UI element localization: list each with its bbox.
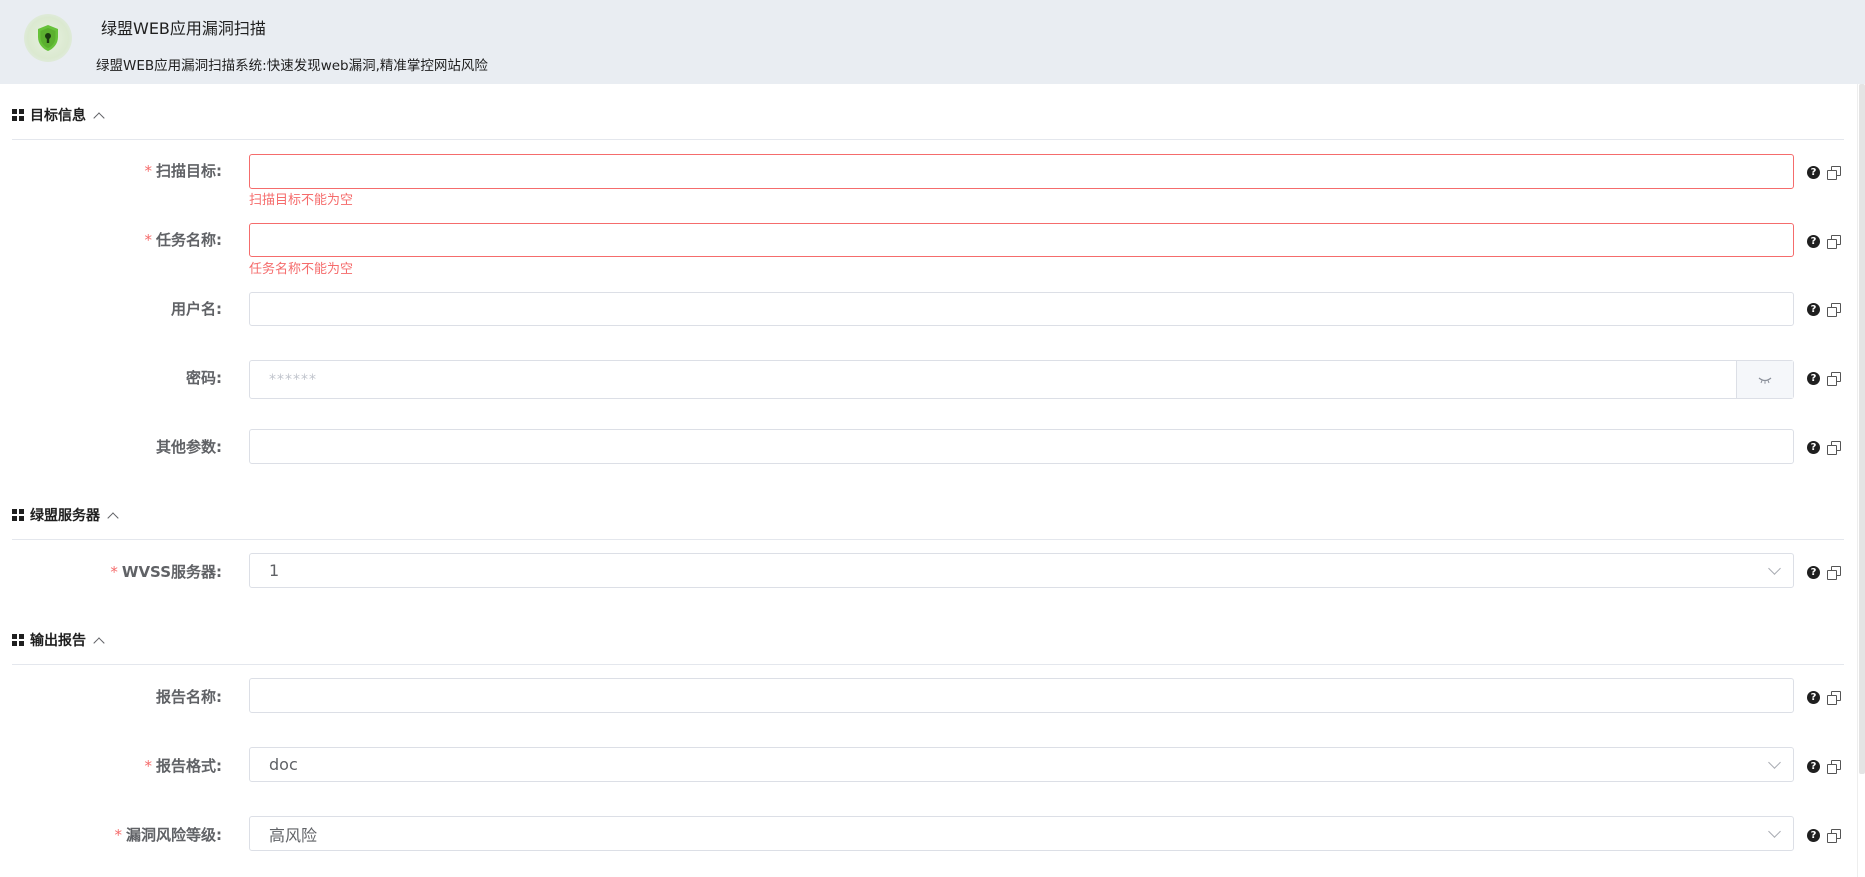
copy-icon[interactable] [1827, 760, 1841, 774]
task-name-label: * 任务名称: [144, 231, 223, 249]
help-icon[interactable]: ? [1807, 566, 1820, 579]
copy-icon[interactable] [1827, 441, 1841, 455]
app-title: 绿盟WEB应用漏洞扫描 [101, 19, 266, 38]
section-server-title: 绿盟服务器 [30, 508, 100, 524]
shield-keyhole-icon [38, 25, 58, 51]
copy-icon[interactable] [1827, 235, 1841, 249]
other-params-label: 其他参数: [156, 438, 222, 456]
grid-icon [12, 634, 24, 646]
help-icon[interactable]: ? [1807, 372, 1820, 385]
section-report-title: 输出报告 [30, 633, 86, 649]
scan-target-input[interactable] [249, 154, 1794, 189]
password-visibility-toggle[interactable] [1736, 361, 1793, 398]
vertical-scrollbar[interactable] [1857, 84, 1865, 877]
help-icon[interactable]: ? [1807, 166, 1820, 179]
help-icon[interactable]: ? [1807, 235, 1820, 248]
chevron-up-icon[interactable] [107, 511, 119, 524]
grid-icon [12, 509, 24, 521]
report-name-input[interactable] [249, 678, 1794, 713]
required-mark: * [110, 563, 118, 581]
wvss-server-value: 1 [269, 561, 280, 580]
report-name-label: 报告名称: [156, 688, 222, 706]
section-report-toggle[interactable]: 输出报告 [12, 630, 105, 650]
password-placeholder: ****** [269, 371, 317, 388]
wvss-server-select[interactable]: 1 [249, 553, 1794, 588]
app-logo [24, 14, 72, 62]
help-icon[interactable]: ? [1807, 760, 1820, 773]
task-name-input[interactable] [249, 223, 1794, 257]
required-mark: * [144, 757, 153, 775]
section-divider [12, 539, 1844, 540]
help-icon[interactable]: ? [1807, 303, 1820, 316]
username-label: 用户名: [171, 300, 222, 318]
app-subtitle: 绿盟WEB应用漏洞扫描系统:快速发现web漏洞,精准掌控网站风险 [96, 58, 488, 74]
app-header: 绿盟WEB应用漏洞扫描 绿盟WEB应用漏洞扫描系统:快速发现web漏洞,精准掌控… [0, 0, 1865, 84]
copy-icon[interactable] [1827, 166, 1841, 180]
help-icon[interactable]: ? [1807, 829, 1820, 842]
help-icon[interactable]: ? [1807, 691, 1820, 704]
section-server-toggle[interactable]: 绿盟服务器 [12, 505, 119, 525]
copy-icon[interactable] [1827, 303, 1841, 317]
required-mark: * [114, 826, 123, 844]
copy-icon[interactable] [1827, 829, 1841, 843]
grid-icon [12, 109, 24, 121]
chevron-up-icon[interactable] [93, 111, 105, 124]
copy-icon[interactable] [1827, 691, 1841, 705]
wvss-server-label: * WVSS服务器: [110, 563, 222, 581]
risk-level-value: 高风险 [269, 825, 318, 845]
username-input[interactable] [249, 292, 1794, 326]
report-format-label: * 报告格式: [144, 757, 223, 775]
section-target-title: 目标信息 [30, 108, 86, 124]
chevron-down-icon [1768, 561, 1781, 575]
risk-level-select[interactable]: 高风险 [249, 816, 1794, 851]
required-mark: * [144, 162, 153, 180]
other-params-input[interactable] [249, 429, 1794, 464]
required-mark: * [144, 231, 153, 249]
risk-level-label: * 漏洞风险等级: [114, 826, 223, 844]
copy-icon[interactable] [1827, 566, 1841, 580]
section-target-toggle[interactable]: 目标信息 [12, 105, 105, 125]
scan-target-label: * 扫描目标: [144, 162, 223, 180]
chevron-down-icon [1768, 824, 1781, 838]
scan-target-error: 扫描目标不能为空 [249, 193, 354, 208]
help-icon[interactable]: ? [1807, 441, 1820, 454]
chevron-down-icon [1768, 755, 1781, 769]
copy-icon[interactable] [1827, 372, 1841, 386]
task-name-error: 任务名称不能为空 [249, 262, 354, 277]
report-format-value: doc [269, 755, 298, 774]
eye-closed-icon [1758, 377, 1772, 384]
password-label: 密码: [186, 369, 222, 387]
report-format-select[interactable]: doc [249, 747, 1794, 782]
chevron-up-icon[interactable] [93, 636, 105, 649]
section-divider [12, 664, 1844, 665]
section-divider [12, 139, 1844, 140]
password-input[interactable]: ****** [249, 360, 1794, 399]
scrollbar-thumb[interactable] [1859, 84, 1865, 774]
